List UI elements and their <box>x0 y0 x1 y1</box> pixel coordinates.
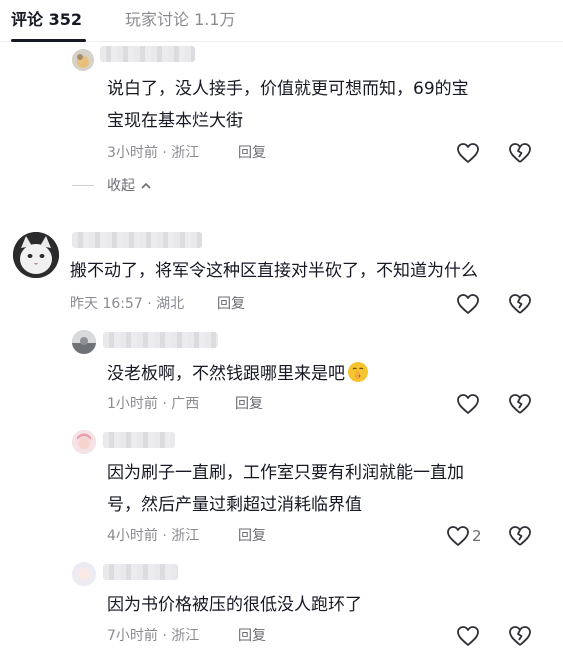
reply-comment: 因为书价格被压的很低没人跑环了 7小时前 · 浙江 回复 <box>0 556 563 649</box>
broken-heart-icon[interactable] <box>508 142 532 164</box>
comment-text-content: 没老板啊，不然钱跟哪里来是吧 <box>107 364 345 384</box>
reply-button[interactable]: 回复 <box>238 626 266 646</box>
broken-heart-icon[interactable] <box>508 293 532 315</box>
comment-meta: 7小时前 · 浙江 <box>107 628 200 644</box>
comment-text: 号，然后产量过剩超过消耗临界值 <box>107 495 362 515</box>
comment-text: 没老板啊，不然钱跟哪里来是吧 <box>107 359 369 389</box>
comment-text: 说白了，没人接手，价值就更可想而知，69的宝 <box>107 79 469 99</box>
heart-outline-icon[interactable] <box>456 625 480 647</box>
heart-outline-icon[interactable] <box>456 142 480 164</box>
avatar[interactable] <box>72 330 96 354</box>
comment-text: 搬不动了，将军令这种区直接对半砍了，不知道为什么 <box>70 261 478 281</box>
comment-meta: 4小时前 · 浙江 <box>107 528 200 544</box>
comment-text: 宝现在基本烂大街 <box>107 111 243 131</box>
avatar[interactable] <box>72 562 96 586</box>
avatar[interactable] <box>72 430 96 454</box>
heart-outline-icon[interactable] <box>456 393 480 415</box>
avatar[interactable] <box>72 49 94 71</box>
collapse-divider <box>72 185 94 186</box>
tab-player-discussion[interactable]: 玩家讨论 1.1万 <box>125 8 236 32</box>
username-blurred[interactable] <box>103 564 178 580</box>
reply-button[interactable]: 回复 <box>238 143 266 163</box>
top-level-comment: 搬不动了，将军令这种区直接对半砍了，不知道为什么 昨天 16:57 · 湖北 回… <box>0 222 563 322</box>
comment-text: 因为刷子一直刷，工作室只要有利润就能一直加 <box>107 463 464 483</box>
chevron-up-icon <box>141 182 152 189</box>
broken-heart-icon[interactable] <box>508 393 532 415</box>
reply-comment: 没老板啊，不然钱跟哪里来是吧 1小时前 · 广西 回复 <box>0 322 563 422</box>
avatar[interactable] <box>13 232 59 278</box>
heart-outline-icon[interactable] <box>446 525 470 547</box>
comment-text: 因为书价格被压的很低没人跑环了 <box>107 595 362 615</box>
reply-button[interactable]: 回复 <box>217 294 245 314</box>
comment-meta: 3小时前 · 浙江 <box>107 145 200 161</box>
reply-button[interactable]: 回复 <box>238 526 266 546</box>
reply-comment: 因为刷子一直刷，工作室只要有利润就能一直加 号，然后产量过剩超过消耗临界值 4小… <box>0 422 563 552</box>
broken-heart-icon[interactable] <box>508 625 532 647</box>
like-count: 2 <box>472 527 482 545</box>
comment-meta: 1小时前 · 广西 <box>107 396 200 412</box>
collapse-label: 收起 <box>107 178 135 194</box>
username-blurred[interactable] <box>103 432 175 448</box>
shushing-face-emoji <box>348 362 368 382</box>
heart-outline-icon[interactable] <box>456 293 480 315</box>
collapse-replies-button[interactable]: 收起 <box>107 176 152 196</box>
reply-comment: 说白了，没人接手，价值就更可想而知，69的宝 宝现在基本烂大街 3小时前 · 浙… <box>0 42 563 174</box>
reply-button[interactable]: 回复 <box>235 394 263 414</box>
username-blurred[interactable] <box>72 232 202 248</box>
username-blurred[interactable] <box>100 46 195 62</box>
tab-comments[interactable]: 评论 352 <box>11 8 82 32</box>
username-blurred[interactable] <box>103 332 218 348</box>
comment-meta: 昨天 16:57 · 湖北 <box>70 296 185 312</box>
broken-heart-icon[interactable] <box>508 525 532 547</box>
comment-tabs: 评论 352 玩家讨论 1.1万 <box>0 0 563 42</box>
